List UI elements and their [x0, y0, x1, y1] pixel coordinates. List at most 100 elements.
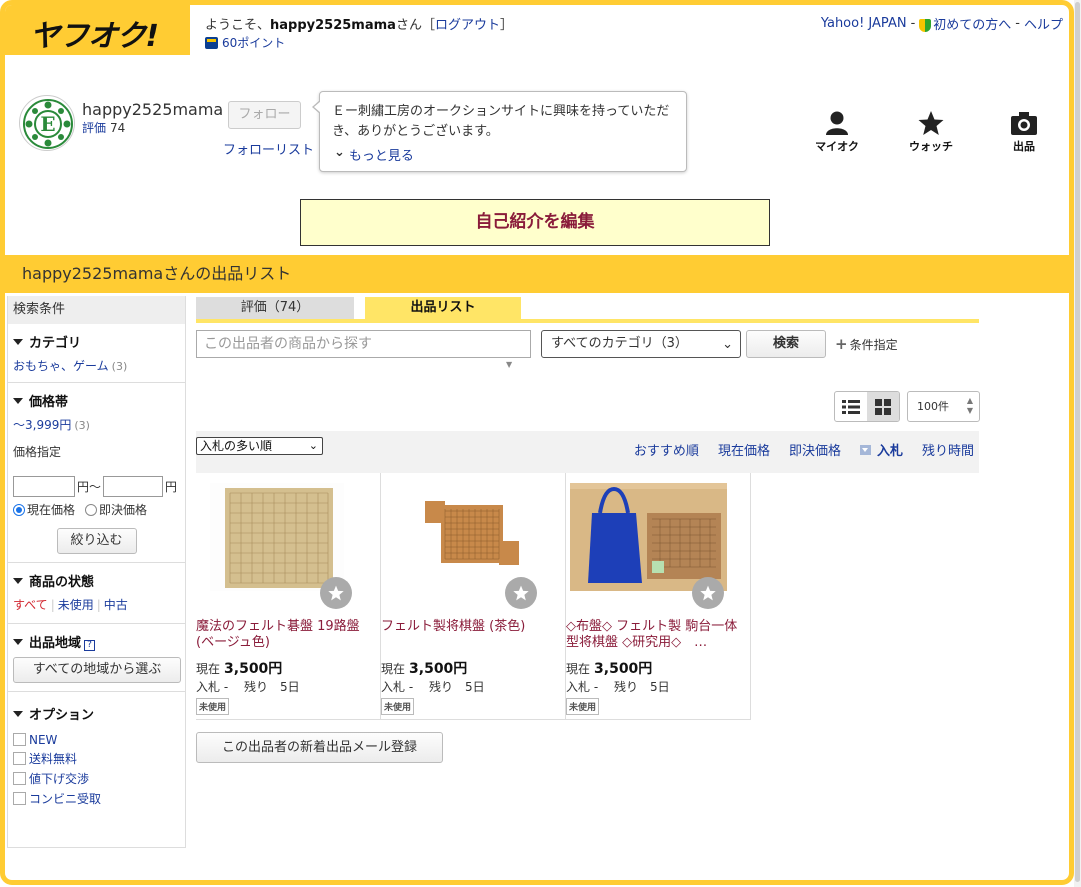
watch-nav[interactable]: ウォッチ — [901, 110, 961, 154]
per-page-stepper[interactable]: 100件 ▲ ▼ — [907, 391, 980, 422]
username: happy2525mama — [270, 18, 396, 33]
list-view-button[interactable] — [835, 392, 867, 421]
condition-used[interactable]: 中古 — [104, 598, 128, 612]
watch-star-button[interactable] — [320, 577, 352, 609]
beginner-mark-icon — [919, 19, 932, 32]
grid-view-button[interactable] — [867, 392, 899, 421]
price-spec-label: 価格指定 — [13, 445, 62, 459]
region-section: 出品地域? すべての地域から選ぶ — [8, 624, 185, 692]
listing-title-bar: happy2525mamaさんの出品リスト — [5, 255, 1069, 293]
current-price-radio[interactable]: 現在価格 — [13, 501, 75, 518]
my-auction-nav[interactable]: マイオク — [807, 110, 867, 154]
item-price: 現在 3,500円 — [566, 661, 653, 677]
help-link[interactable]: ヘルプ — [1024, 14, 1063, 33]
tab-underline — [196, 319, 979, 323]
option-price-negotiation[interactable]: 値下げ交渉 — [13, 770, 180, 787]
price-range-link[interactable]: 〜3,999円 — [13, 418, 71, 432]
edit-intro-button[interactable]: 自己紹介を編集 — [300, 199, 770, 246]
sort-desc-icon — [859, 445, 871, 455]
sidebar-header: 検索条件 — [8, 296, 185, 324]
options-section: オプション NEW 送料無料 値下げ交渉 コンビニ受取 — [8, 692, 185, 815]
tab-evaluation[interactable]: 評価（74） — [196, 297, 354, 319]
sort-bids[interactable]: 入札 — [859, 440, 903, 459]
item-thumbnail[interactable] — [210, 483, 344, 591]
item-thumbnail[interactable] — [395, 483, 529, 591]
scrollbar[interactable] — [1074, 0, 1081, 887]
watch-star-button[interactable] — [505, 577, 537, 609]
page-frame: ヤフオク! ようこそ、happy2525mamaさん［ログアウト］ 60ポイント… — [0, 0, 1074, 885]
welcome-text: ようこそ、happy2525mamaさん［ログアウト］ — [205, 18, 513, 33]
new-listing-mail-button[interactable]: この出品者の新着出品メール登録 — [196, 732, 443, 763]
scrollbar-thumb[interactable] — [1075, 2, 1080, 882]
options-title[interactable]: オプション — [13, 704, 180, 723]
sort-select[interactable]: 入札の多い順 ⌄ — [196, 437, 323, 455]
category-select[interactable]: すべてのカテゴリ（3） ⌄ — [541, 330, 741, 358]
item-thumbnail[interactable] — [570, 483, 727, 591]
star-icon — [513, 585, 529, 601]
help-icon[interactable]: ? — [84, 640, 96, 651]
item-card: ◇布盤◇ フェルト製 駒台一体型将棋盤 ◇研究用◇ … 現在 3,500円 入札 … — [566, 473, 751, 720]
avatar: E — [19, 95, 75, 151]
buynow-price-radio[interactable]: 即決価格 — [85, 501, 147, 518]
search-button[interactable]: 検索 — [746, 330, 826, 358]
chevron-down-icon: ⌄ — [722, 337, 733, 352]
condition-spec-link[interactable]: + 条件指定 — [835, 335, 898, 353]
seller-search-input[interactable]: この出品者の商品から探す — [196, 330, 531, 358]
seller-rating[interactable]: 評価 74 — [82, 119, 125, 136]
seller-bio: Ｅー刺繡工房のオークションサイトに興味を持っていただき、ありがとうございます。 — [332, 104, 670, 139]
select-region-button[interactable]: すべての地域から選ぶ — [13, 657, 181, 683]
max-price-input[interactable] — [103, 476, 164, 497]
search-caret-icon: ▼ — [506, 360, 513, 369]
stepper-arrows-icon: ▲ ▼ — [966, 396, 973, 415]
sort-bar: 入札の多い順 ⌄ おすすめ順 現在価格 即決価格 入札 残り時間 — [196, 431, 979, 473]
follow-list-link[interactable]: フォローリスト — [223, 139, 314, 158]
min-price-input[interactable] — [13, 476, 75, 497]
search-conditions-sidebar: 検索条件 カテゴリ おもちゃ、ゲーム (3) 価格帯 〜3,999円 (3) 価格指… — [7, 296, 186, 848]
tab-listing[interactable]: 出品リスト — [365, 297, 521, 319]
grid-view-icon — [875, 398, 891, 415]
filter-button[interactable]: 絞り込む — [56, 528, 137, 554]
category-section: カテゴリ おもちゃ、ゲーム (3) — [8, 324, 185, 383]
points-link[interactable]: 60ポイント — [205, 34, 285, 51]
item-bids: 入札 - 残り 5日 — [196, 680, 300, 694]
condition-unused[interactable]: 未使用 — [58, 598, 94, 612]
star-icon — [700, 585, 716, 601]
condition-title[interactable]: 商品の状態 — [13, 571, 180, 590]
condition-all[interactable]: すべて — [13, 598, 48, 612]
category-title[interactable]: カテゴリ — [13, 332, 180, 351]
category-item-toys[interactable]: おもちゃ、ゲーム — [13, 359, 109, 373]
status-badge: 未使用 — [196, 698, 230, 715]
yahoo-japan-link[interactable]: Yahoo! JAPAN — [821, 16, 907, 31]
item-card: フェルト製将棋盤 (茶色) 現在 3,500円 入札 - 残り 5日 未使用 — [381, 473, 566, 720]
option-free-shipping[interactable]: 送料無料 — [13, 750, 180, 767]
option-new[interactable]: NEW — [13, 733, 180, 747]
star-icon — [328, 585, 344, 601]
sort-recommended[interactable]: おすすめ順 — [634, 440, 699, 459]
sort-time-left[interactable]: 残り時間 — [922, 440, 974, 459]
price-section: 価格帯 〜3,999円 (3) 価格指定 円〜 円 現在価格 即決価格 絞り込む — [8, 383, 185, 563]
show-more-link[interactable]: もっと見る — [334, 147, 414, 167]
sort-current-price[interactable]: 現在価格 — [718, 440, 770, 459]
tpoint-icon — [205, 36, 218, 49]
price-title[interactable]: 価格帯 — [13, 391, 180, 410]
region-title[interactable]: 出品地域? — [13, 632, 180, 651]
condition-section: 商品の状態 すべて | 未使用 | 中古 — [8, 563, 185, 624]
seller-name: happy2525mama — [82, 100, 224, 119]
chevron-down-icon: ⌄ — [308, 439, 318, 452]
watch-star-button[interactable] — [692, 577, 724, 609]
item-title-link[interactable]: フェルト製将棋盤 (茶色) — [381, 619, 561, 635]
item-title-link[interactable]: 魔法のフェルト碁盤 19路盤(ベージュ色) — [196, 619, 376, 651]
follow-button[interactable]: フォロー — [228, 101, 301, 129]
beginner-link[interactable]: 初めての方へ — [919, 14, 1011, 33]
seller-bio-bubble: Ｅー刺繡工房のオークションサイトに興味を持っていただき、ありがとうございます。 … — [312, 91, 687, 172]
item-title-link[interactable]: ◇布盤◇ フェルト製 駒台一体型将棋盤 ◇研究用◇ … — [566, 619, 746, 651]
item-price: 現在 3,500円 — [196, 661, 283, 677]
sell-nav[interactable]: 出品 — [994, 110, 1054, 154]
item-bids: 入札 - 残り 5日 — [381, 680, 485, 694]
top-links: Yahoo! JAPAN - 初めての方へ - ヘルプ — [820, 14, 1063, 33]
yahuoku-logo[interactable]: ヤフオク! — [5, 5, 190, 55]
plus-icon: + — [835, 335, 848, 353]
option-convenience-store[interactable]: コンビニ受取 — [13, 790, 180, 807]
sort-buynow-price[interactable]: 即決価格 — [789, 440, 841, 459]
logout-link[interactable]: ログアウト — [435, 18, 500, 33]
